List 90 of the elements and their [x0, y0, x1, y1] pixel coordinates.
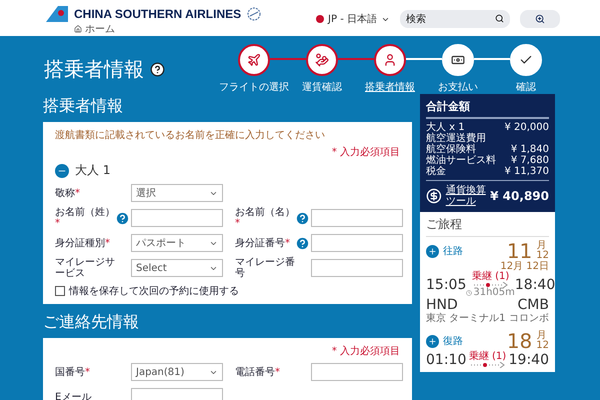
- progress-line: [406, 58, 442, 60]
- step-label[interactable]: 搭乗者情報: [365, 80, 415, 94]
- section-title: ご連絡先情報: [43, 312, 140, 333]
- home-icon: [74, 25, 82, 33]
- step-label[interactable]: 確認: [516, 80, 536, 94]
- leg-label: 往路: [443, 244, 463, 258]
- date-day: 11: [506, 240, 532, 262]
- field-label: お名前（名） *: [235, 207, 295, 229]
- select-field[interactable]: 選択: [131, 184, 223, 202]
- input-field[interactable]: [131, 209, 223, 227]
- step-indicator[interactable]: [374, 44, 406, 76]
- month-number: 12: [536, 341, 549, 351]
- date-day: 18: [506, 330, 532, 352]
- help-icon[interactable]: [150, 62, 165, 76]
- field-label: マイレージサービス: [55, 257, 115, 279]
- currency-converter-link[interactable]: 通貨換算ツール: [446, 185, 486, 207]
- dollar-icon: [426, 188, 442, 204]
- stopover-label: 乗継 (1): [468, 352, 506, 362]
- notice-text: 渡航書類に記載されているお名前を正確に入力してください: [55, 128, 326, 142]
- departure-time: 15:05: [426, 278, 466, 292]
- save-checkbox[interactable]: 情報を保存して次回の予約に使用する: [55, 284, 400, 298]
- zoom-in-icon: [535, 14, 545, 24]
- input-field[interactable]: [311, 363, 403, 381]
- input-field[interactable]: [311, 259, 403, 277]
- field-label: お名前（姓） *: [55, 207, 115, 229]
- field-label: 身分証番号*: [235, 238, 291, 248]
- expand-icon[interactable]: [426, 334, 439, 348]
- stopover-label: 乗継 (1): [472, 272, 510, 282]
- progress-line: [338, 58, 374, 60]
- price-label: 大人 x 1: [426, 122, 465, 133]
- expand-icon[interactable]: [426, 244, 439, 258]
- field-label: 身分証種別*: [55, 238, 111, 248]
- field-label: 電話番号*: [235, 366, 281, 378]
- route-line-icon: [470, 362, 504, 368]
- search-field[interactable]: 検索: [400, 10, 510, 28]
- breadcrumb-link[interactable]: ホーム: [74, 22, 262, 36]
- language-selector[interactable]: JP - 日本語: [316, 12, 390, 26]
- progress-line: [474, 58, 510, 60]
- step-label[interactable]: お支払い: [438, 80, 478, 94]
- step-indicator[interactable]: [238, 44, 270, 76]
- input-field[interactable]: [311, 209, 403, 227]
- month-label: 月: [536, 241, 546, 251]
- price-value: ¥ 11,370: [504, 166, 549, 177]
- arrival-time: 19:40: [508, 352, 549, 368]
- field-label: マイレージ番号: [235, 257, 295, 279]
- select-field[interactable]: Select: [131, 259, 223, 277]
- field-label: 国番号*: [55, 366, 91, 378]
- price-label: 税金: [426, 166, 446, 177]
- total-price: ¥ 40,890: [490, 189, 549, 203]
- price-label: 航空運送費用: [426, 133, 486, 144]
- month-label: 月: [536, 331, 546, 341]
- price-value: ¥ 20,000: [504, 122, 549, 133]
- field-label: 敬称*: [55, 188, 81, 198]
- route-line-icon: [474, 282, 508, 288]
- arrival-date: 12月 12日: [500, 262, 549, 272]
- price-value: ¥ 7,680: [510, 155, 549, 166]
- price-label: 航空保険料: [426, 144, 476, 155]
- select-field[interactable]: パスポート: [131, 234, 223, 252]
- required-note: * 入力必須項目: [332, 146, 400, 159]
- step-indicator[interactable]: [306, 44, 338, 76]
- input-field[interactable]: [311, 234, 403, 252]
- search-icon: [495, 14, 504, 23]
- airport-code: CMB: [518, 298, 549, 313]
- required-note: * 入力必須項目: [332, 344, 400, 358]
- summary-title: 合計金額: [426, 99, 549, 119]
- city-name: コロンボ: [509, 313, 549, 324]
- page-title: 搭乗者情報: [44, 56, 144, 82]
- clock-icon: [466, 290, 472, 296]
- departure-time: 01:10: [426, 352, 466, 368]
- step-label[interactable]: 運賃確認: [302, 80, 342, 94]
- city-name: 東京 ターミナル1: [426, 313, 506, 324]
- price-label: 燃油サービス料: [426, 155, 496, 166]
- month-number: 12: [536, 251, 549, 261]
- progress-line: [270, 58, 306, 60]
- section-title: 搭乗者情報: [43, 96, 124, 117]
- select-field[interactable]: Japan(81): [131, 363, 223, 381]
- itinerary-title: ご旅程: [426, 216, 549, 237]
- logo-icon: [44, 6, 68, 22]
- field-label: Eメール: [55, 392, 92, 400]
- price-value: ¥ 1,840: [510, 144, 549, 155]
- zoom-button[interactable]: [520, 10, 560, 28]
- brand-name: CHINA SOUTHERN AIRLINES: [74, 7, 242, 21]
- collapse-icon[interactable]: [55, 164, 69, 178]
- arrival-time: 18:40: [514, 278, 556, 292]
- duration-text: 31h05m: [466, 288, 515, 298]
- alliance-logo-icon: [247, 7, 262, 21]
- passenger-label: 大人 1: [75, 162, 110, 179]
- step-label[interactable]: フライトの選択: [219, 80, 289, 94]
- airport-code: HND: [426, 298, 458, 313]
- leg-label: 復路: [443, 335, 463, 348]
